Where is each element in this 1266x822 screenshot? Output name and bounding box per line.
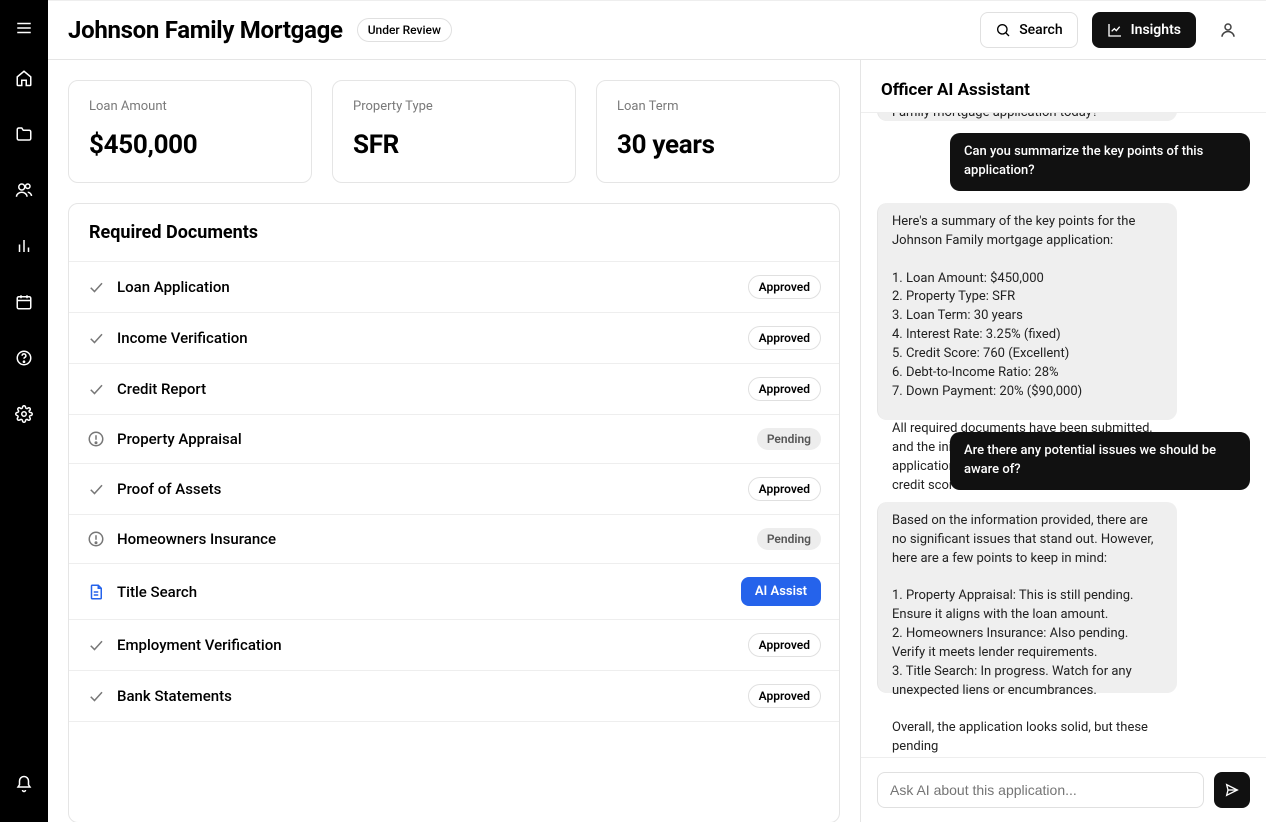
help-icon [15,349,33,367]
menu-icon [15,19,33,37]
home-icon [15,69,33,87]
users-icon [15,181,33,199]
check-icon [87,380,105,398]
summary-card-label: Loan Term [617,99,819,114]
sidebar-item-notifications[interactable] [8,768,40,800]
check-icon [87,687,105,705]
documents-panel: Required Documents Loan Application Appro… [68,203,840,822]
document-row[interactable]: Bank Statements Approved [69,671,839,722]
user-message: Are there any potential issues we should… [950,432,1250,490]
document-status-badge: Approved [748,377,821,401]
document-status-badge: Approved [748,275,821,299]
bar-chart-icon [15,237,33,255]
search-button[interactable]: Search [980,12,1077,48]
assistant-message: Here's a summary of the key points for t… [877,203,1177,420]
summary-card: Loan Amount $450,000 [68,80,312,183]
assistant-messages[interactable]: Hello! How can I assist you with the Joh… [861,113,1266,757]
document-status-badge: Approved [748,326,821,350]
documents-heading: Required Documents [69,204,839,249]
document-label: Income Verification [117,329,248,347]
assistant-panel: Officer AI Assistant Hello! How can I as… [860,60,1266,822]
user-icon [1219,21,1237,39]
document-status-badge: Pending [757,428,821,450]
assistant-message: Hello! How can I assist you with the Joh… [877,113,1177,121]
sidebar-item-analytics[interactable] [8,230,40,262]
document-label: Title Search [117,583,197,601]
bell-icon [15,775,33,793]
status-badge: Under Review [357,18,452,42]
document-label: Property Appraisal [117,430,242,448]
page-title: Johnson Family Mortgage [68,16,343,44]
sidebar-item-folder[interactable] [8,118,40,150]
summary-card-label: Property Type [353,99,555,114]
summary-card-label: Loan Amount [89,99,291,114]
document-label: Loan Application [117,278,230,296]
document-status-badge: Pending [757,528,821,550]
document-row[interactable]: Loan Application Approved [69,261,839,313]
send-button[interactable] [1214,772,1250,808]
search-label: Search [1019,22,1062,38]
document-label: Bank Statements [117,687,232,705]
line-chart-icon [1107,22,1123,38]
document-label: Employment Verification [117,636,282,654]
check-icon [87,636,105,654]
document-status-badge: Approved [748,684,821,708]
summary-card-value: SFR [353,130,555,160]
summary-card: Loan Term 30 years [596,80,840,183]
summary-card-value: $450,000 [89,130,291,160]
assistant-composer [861,757,1266,822]
user-menu-button[interactable] [1210,21,1246,39]
document-label: Homeowners Insurance [117,530,276,548]
assistant-title: Officer AI Assistant [861,60,1266,113]
document-label: Credit Report [117,380,206,398]
document-row[interactable]: Title Search AI Assist [69,564,839,620]
sidebar-item-users[interactable] [8,174,40,206]
gear-icon [15,405,33,423]
document-status-badge: Approved [748,633,821,657]
document-label: Proof of Assets [117,480,221,498]
document-row[interactable]: Homeowners Insurance Pending [69,515,839,564]
folder-icon [15,125,33,143]
insights-label: Insights [1131,22,1181,38]
ai-assist-button[interactable]: AI Assist [741,577,821,606]
summary-cards: Loan Amount $450,000 Property Type SFR Loan … [68,80,840,183]
check-icon [87,329,105,347]
search-icon [995,22,1011,38]
alert-icon [87,430,105,448]
page-header: Johnson Family Mortgage Under Review Sea… [48,1,1266,60]
summary-card: Property Type SFR [332,80,576,183]
assistant-message: Based on the information provided, there… [877,502,1177,693]
document-row[interactable]: Employment Verification Approved [69,620,839,671]
sidebar-item-help[interactable] [8,342,40,374]
sidebar-item-settings[interactable] [8,398,40,430]
menu-toggle-button[interactable] [8,12,40,44]
check-icon [87,278,105,296]
send-icon [1224,782,1240,798]
document-status-badge: Approved [748,477,821,501]
document-row[interactable]: Credit Report Approved [69,364,839,415]
document-row[interactable]: Property Appraisal Pending [69,415,839,464]
main-content: Loan Amount $450,000 Property Type SFR Loan … [48,60,860,822]
document-row[interactable]: Proof of Assets Approved [69,464,839,515]
assistant-input[interactable] [877,772,1204,808]
document-row[interactable]: Income Verification Approved [69,313,839,364]
sidebar-item-calendar[interactable] [8,286,40,318]
insights-button[interactable]: Insights [1092,12,1196,48]
check-icon [87,480,105,498]
alert-icon [87,530,105,548]
user-message: Can you summarize the key points of this… [950,133,1250,191]
document-icon [87,583,105,601]
summary-card-value: 30 years [617,130,819,160]
calendar-icon [15,293,33,311]
sidebar-nav [0,0,48,822]
sidebar-item-home[interactable] [8,62,40,94]
